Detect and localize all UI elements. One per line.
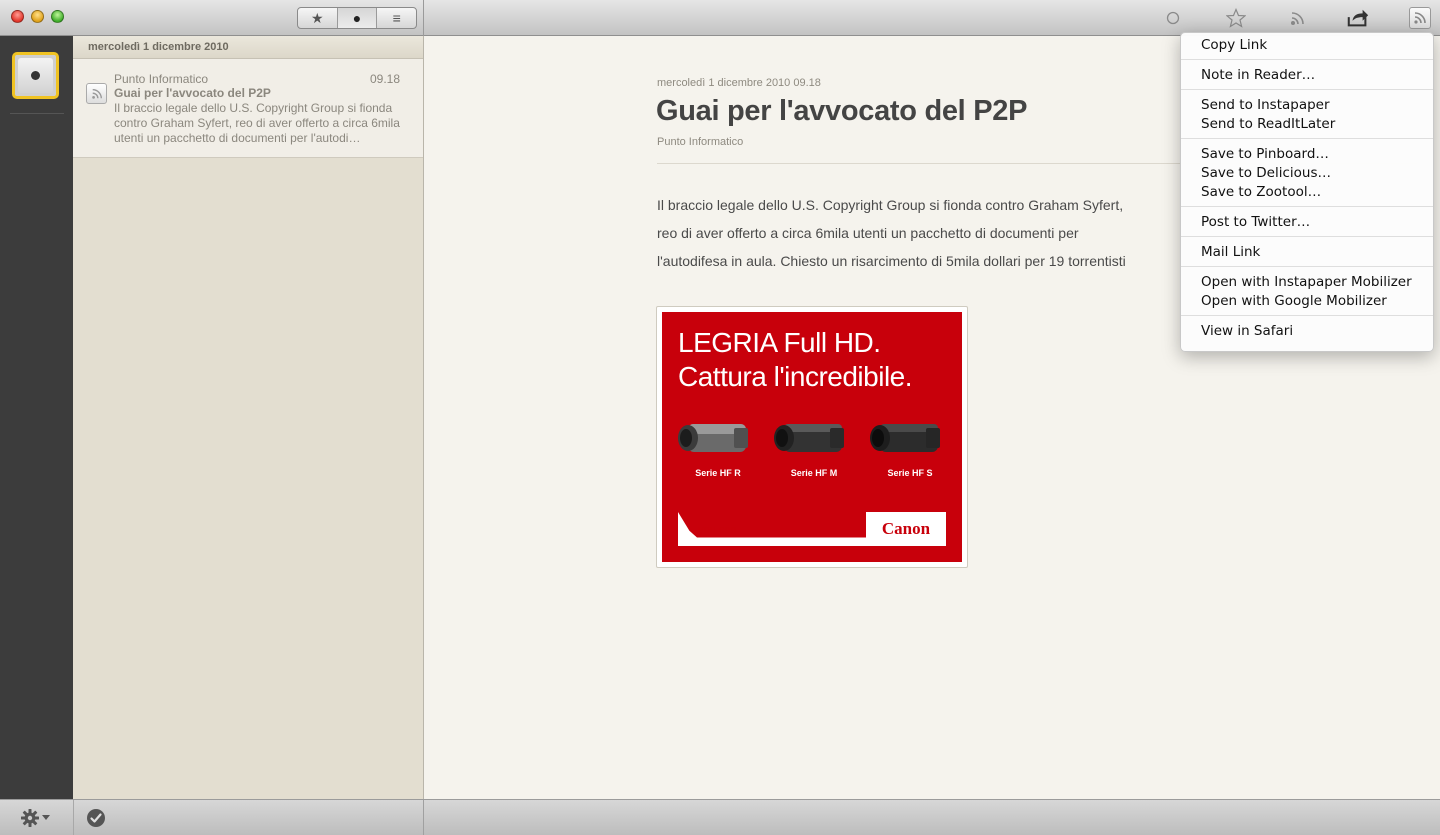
source-unread-item[interactable]	[12, 52, 59, 99]
list-item-summary: Il braccio legale dello U.S. Copyright G…	[114, 101, 400, 145]
menu-item-send-to-readitlater[interactable]: Send to ReadItLater	[1181, 115, 1433, 134]
bottom-bar	[0, 799, 1440, 835]
filter-unread-button[interactable]: ●	[337, 8, 378, 28]
menu-item-open-with-instapaper-mobilizer[interactable]: Open with Instapaper Mobilizer	[1181, 273, 1433, 292]
list-item[interactable]: Punto Informatico 09.18 Guai per l'avvoc…	[73, 59, 423, 158]
share-menu-group: View in Safari	[1181, 322, 1433, 345]
article-list: mercoledì 1 dicembre 2010 Punto Informat…	[73, 36, 424, 799]
bottom-bar-divider	[423, 800, 424, 835]
canon-logo: Canon	[866, 512, 946, 546]
filter-all-button[interactable]: ≡	[377, 8, 416, 28]
list-item-title: Guai per l'avvocato del P2P	[114, 86, 271, 100]
rss-feed-icon	[86, 83, 107, 104]
camcorder-icon	[678, 424, 748, 452]
canon-advertisement[interactable]: LEGRIA Full HD. Cattura l'incredibile. S…	[662, 312, 962, 562]
article-title[interactable]: Guai per l'avvocato del P2P	[656, 95, 1027, 128]
chevron-down-icon	[42, 815, 50, 820]
share-menu-group: Open with Instapaper Mobilizer Open with …	[1181, 273, 1433, 316]
menu-item-send-to-instapaper[interactable]: Send to Instapaper	[1181, 96, 1433, 115]
gear-icon	[21, 809, 39, 827]
menu-item-save-to-delicious[interactable]: Save to Delicious…	[1181, 164, 1433, 183]
menu-item-open-with-google-mobilizer[interactable]: Open with Google Mobilizer	[1181, 292, 1433, 311]
filter-segmented-control: ★ ● ≡	[297, 7, 417, 29]
close-window-button[interactable]	[11, 10, 24, 23]
menu-item-mail-link[interactable]: Mail Link	[1181, 243, 1433, 262]
filter-starred-button[interactable]: ★	[298, 8, 338, 28]
camera-label: Serie HF M	[790, 468, 838, 478]
article-body: Il braccio legale dello U.S. Copyright G…	[657, 191, 1217, 275]
share-menu-group: Post to Twitter…	[1181, 213, 1433, 237]
star-icon[interactable]	[1224, 7, 1248, 29]
camera-label: Serie HF S	[887, 468, 933, 478]
list-item-source: Punto Informatico	[114, 72, 209, 86]
menu-item-view-in-safari[interactable]: View in Safari	[1181, 322, 1433, 341]
share-menu-group: Save to Pinboard… Save to Delicious… Save …	[1181, 145, 1433, 207]
list-date-header: mercoledì 1 dicembre 2010	[73, 36, 423, 59]
toolbar-divider	[423, 0, 424, 36]
send-icon[interactable]	[1346, 7, 1370, 29]
mark-all-read-icon[interactable]	[86, 808, 106, 828]
sidebar-divider	[10, 113, 64, 114]
share-menu-group: Send to Instapaper Send to ReadItLater	[1181, 96, 1433, 139]
ad-tagline: you can	[698, 524, 737, 536]
menu-item-copy-link[interactable]: Copy Link	[1181, 36, 1433, 55]
unread-dot-icon	[18, 58, 53, 93]
toolbar: ★ ● ≡	[0, 0, 1440, 36]
menu-item-save-to-pinboard[interactable]: Save to Pinboard…	[1181, 145, 1433, 164]
list-item-time: 09.18	[369, 72, 400, 86]
menu-item-post-to-twitter[interactable]: Post to Twitter…	[1181, 213, 1433, 232]
share-menu-group: Note in Reader…	[1181, 66, 1433, 90]
camcorder-icon	[870, 424, 940, 452]
settings-menu-button[interactable]	[20, 808, 50, 828]
feed-icon[interactable]	[1409, 7, 1431, 29]
menu-item-note-in-reader[interactable]: Note in Reader…	[1181, 66, 1433, 85]
article-date: mercoledì 1 dicembre 2010 09.18	[657, 77, 821, 89]
article-body-line: reo di aver offerto a circa 6mila utenti…	[657, 225, 1079, 241]
camera-label: Serie HF R	[695, 468, 741, 478]
article-source[interactable]: Punto Informatico	[657, 136, 743, 148]
article-body-line: l'autodifesa in aula. Chiesto un risarci…	[657, 253, 1126, 269]
bottom-bar-divider	[73, 800, 74, 835]
share-menu-group: Mail Link	[1181, 243, 1433, 267]
article-body-line: Il braccio legale dello U.S. Copyright G…	[657, 197, 1124, 213]
menu-item-save-to-zootool[interactable]: Save to Zootool…	[1181, 183, 1433, 202]
ad-footer: you can Canon	[678, 512, 946, 546]
advertisement-frame[interactable]: LEGRIA Full HD. Cattura l'incredibile. S…	[656, 306, 968, 568]
share-icon[interactable]	[1286, 7, 1310, 29]
sources-sidebar	[0, 36, 73, 799]
minimize-window-button[interactable]	[31, 10, 44, 23]
ad-headline: LEGRIA Full HD. Cattura l'incredibile.	[678, 327, 913, 392]
camcorder-icon	[774, 424, 844, 452]
zoom-window-button[interactable]	[51, 10, 64, 23]
share-menu-group: Copy Link	[1181, 36, 1433, 60]
share-menu: Copy Link Note in Reader… Send to Instapap…	[1180, 32, 1434, 352]
unread-circle-icon[interactable]	[1161, 7, 1185, 29]
